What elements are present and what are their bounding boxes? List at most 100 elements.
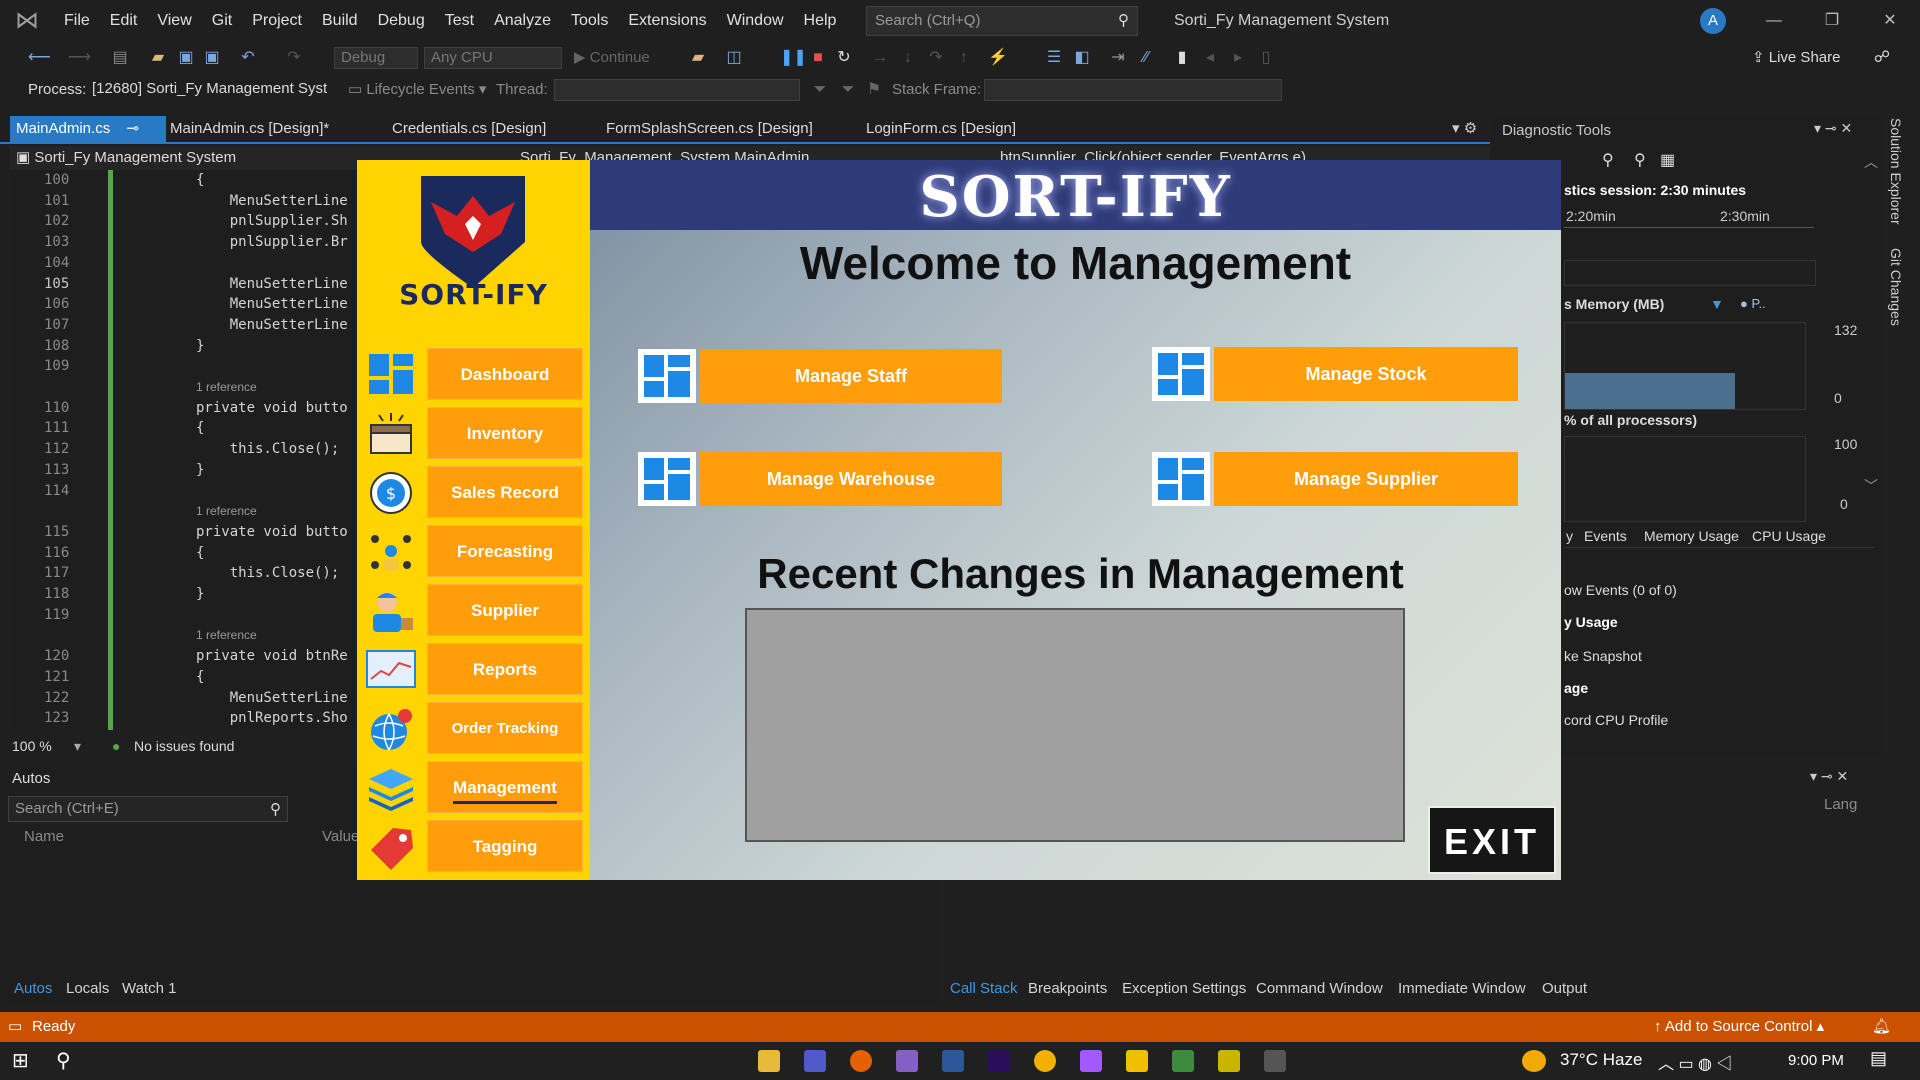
step-out-icon[interactable]: ↑: [954, 48, 974, 68]
process-select[interactable]: [12680] Sorti_Fy Management Syst: [86, 79, 334, 101]
code-line[interactable]: 122 MenuSetterLine: [10, 688, 355, 709]
nav-reports-button[interactable]: Reports: [427, 643, 583, 695]
tab-overflow-icon[interactable]: ▾ ⚙: [1446, 116, 1483, 142]
filter-clear-icon[interactable]: ⏷: [838, 80, 858, 100]
codelens-reference[interactable]: 1 reference: [196, 625, 257, 646]
report-icon[interactable]: ▦: [1660, 150, 1675, 170]
save-all-icon[interactable]: ▣: [202, 48, 222, 68]
tab-loginform-design[interactable]: LoginForm.cs [Design]: [860, 116, 1022, 142]
tab-locals[interactable]: Locals: [66, 980, 109, 997]
stop-icon[interactable]: ■: [808, 48, 828, 68]
browser-icon[interactable]: ◫: [724, 48, 744, 68]
windows-start-icon[interactable]: ⊞: [12, 1050, 34, 1072]
list-icon[interactable]: ☰: [1044, 48, 1064, 68]
figma-icon[interactable]: [1080, 1050, 1102, 1072]
solution-configuration-select[interactable]: Debug: [334, 47, 418, 69]
menu-file[interactable]: File: [54, 0, 100, 42]
tab-mainadmin-cs[interactable]: MainAdmin.cs ⊸ ✕: [10, 116, 166, 163]
tab-breakpoints[interactable]: Breakpoints: [1028, 980, 1107, 997]
search-icon[interactable]: ⚲: [56, 1048, 71, 1073]
menu-extensions[interactable]: Extensions: [618, 0, 716, 42]
notification-center-icon[interactable]: ▤: [1870, 1048, 1887, 1069]
code-line[interactable]: 113}: [10, 460, 355, 481]
record-cpu-profile-button[interactable]: cord CPU Profile: [1564, 712, 1668, 728]
code-line[interactable]: 117 this.Close();: [10, 563, 355, 584]
prev-bookmark-icon[interactable]: ◂: [1200, 48, 1220, 68]
forward-icon[interactable]: ⟶: [68, 48, 91, 68]
tab-immediate-window[interactable]: Immediate Window: [1398, 980, 1526, 997]
manage-warehouse-button[interactable]: Manage Warehouse: [700, 452, 1002, 506]
codelens-reference[interactable]: 1 reference: [196, 501, 257, 522]
zoom-out-icon[interactable]: ⚲: [1634, 150, 1646, 170]
value-column-header[interactable]: Value: [322, 828, 359, 845]
code-line[interactable]: 1 reference: [10, 377, 355, 398]
code-line[interactable]: 119: [10, 605, 355, 626]
visual-studio-icon[interactable]: [896, 1050, 918, 1072]
take-snapshot-button[interactable]: ke Snapshot: [1564, 648, 1642, 664]
code-line[interactable]: 123 pnlReports.Sho: [10, 708, 355, 729]
code-line[interactable]: 1 reference: [10, 625, 355, 646]
autos-search-input[interactable]: Search (Ctrl+E) ⚲: [8, 796, 288, 822]
close-icon[interactable]: ✕: [1866, 0, 1914, 42]
code-line[interactable]: 107 MenuSetterLine: [10, 315, 355, 336]
code-line[interactable]: 112 this.Close();: [10, 439, 355, 460]
step-over-icon[interactable]: →: [870, 48, 890, 68]
nav-inventory-button[interactable]: Inventory: [427, 407, 583, 459]
git-changes-tab[interactable]: Git Changes: [1888, 248, 1904, 326]
running-app-icon[interactable]: [1264, 1050, 1286, 1072]
menu-edit[interactable]: Edit: [100, 0, 148, 42]
live-share-button[interactable]: ⇪ Live Share: [1752, 42, 1840, 74]
menu-window[interactable]: Window: [717, 0, 794, 42]
app-icon[interactable]: [1034, 1050, 1056, 1072]
show-events-link[interactable]: ow Events (0 of 0): [1564, 582, 1677, 598]
ide-search-input[interactable]: Search (Ctrl+Q) ⚲: [866, 6, 1138, 36]
codelens-reference[interactable]: 1 reference: [196, 377, 257, 398]
step-back-icon[interactable]: ↷: [926, 48, 946, 68]
lower-panel-controls-icon[interactable]: ▾ ⊸ ✕: [1810, 768, 1848, 785]
feedback-icon[interactable]: ☍: [1872, 48, 1892, 68]
tab-credentials-design[interactable]: Credentials.cs [Design]: [386, 116, 552, 142]
memory-chart[interactable]: [1564, 322, 1806, 410]
nav-forecasting-button[interactable]: Forecasting: [427, 525, 583, 577]
tray-icons[interactable]: ︿ ▭ ◍ ◁: [1658, 1050, 1732, 1074]
undo-icon[interactable]: ↶: [238, 48, 258, 68]
account-avatar[interactable]: A: [1700, 8, 1726, 34]
back-icon[interactable]: ⟵: [28, 48, 51, 68]
app-icon[interactable]: [1218, 1050, 1240, 1072]
thread-select[interactable]: [554, 79, 800, 101]
hot-reload-icon[interactable]: ⚡: [988, 48, 1008, 68]
tab-events[interactable]: Events: [1584, 528, 1627, 544]
menu-test[interactable]: Test: [435, 0, 484, 42]
code-line[interactable]: 109: [10, 356, 355, 377]
code-line[interactable]: 118}: [10, 584, 355, 605]
minimize-icon[interactable]: —: [1750, 0, 1798, 42]
new-project-icon[interactable]: ▤: [110, 48, 130, 68]
exit-button[interactable]: EXIT: [1428, 806, 1556, 874]
restart-icon[interactable]: ↻: [834, 48, 854, 68]
menu-view[interactable]: View: [147, 0, 201, 42]
panel-options-icon[interactable]: ▾ ⊸ ✕: [1814, 120, 1852, 137]
nav-supplier-button[interactable]: Supplier: [427, 584, 583, 636]
code-editor[interactable]: 100{101 MenuSetterLine 102 pnlSupplier.Sh…: [10, 170, 355, 730]
language-column-header[interactable]: Lang: [1824, 796, 1857, 813]
tab-cpu-usage[interactable]: CPU Usage: [1752, 528, 1826, 544]
nav-project-select[interactable]: Sorti_Fy Management System: [34, 149, 236, 166]
zoom-select[interactable]: 100 %: [12, 735, 52, 757]
step-into-icon[interactable]: ↓: [898, 48, 918, 68]
save-icon[interactable]: ▣: [176, 48, 196, 68]
folder-icon[interactable]: ▰: [688, 48, 708, 68]
name-column-header[interactable]: Name: [24, 828, 64, 845]
flag-icon[interactable]: ⚑: [864, 80, 884, 100]
weather-text[interactable]: 37°C Haze: [1560, 1050, 1642, 1070]
tab-call-stack[interactable]: Call Stack: [950, 980, 1018, 997]
nav-dashboard-button[interactable]: Dashboard: [427, 348, 583, 400]
platform-select[interactable]: Any CPU: [424, 47, 562, 69]
code-line[interactable]: 104: [10, 253, 355, 274]
teams-icon[interactable]: [804, 1050, 826, 1072]
code-line[interactable]: 100 {: [10, 170, 355, 191]
premiere-icon[interactable]: [988, 1050, 1010, 1072]
file-explorer-icon[interactable]: [758, 1050, 780, 1072]
timeline-ruler[interactable]: 2:20min 2:30min: [1564, 206, 1814, 228]
recent-changes-list[interactable]: [745, 608, 1405, 842]
app-icon[interactable]: [1172, 1050, 1194, 1072]
